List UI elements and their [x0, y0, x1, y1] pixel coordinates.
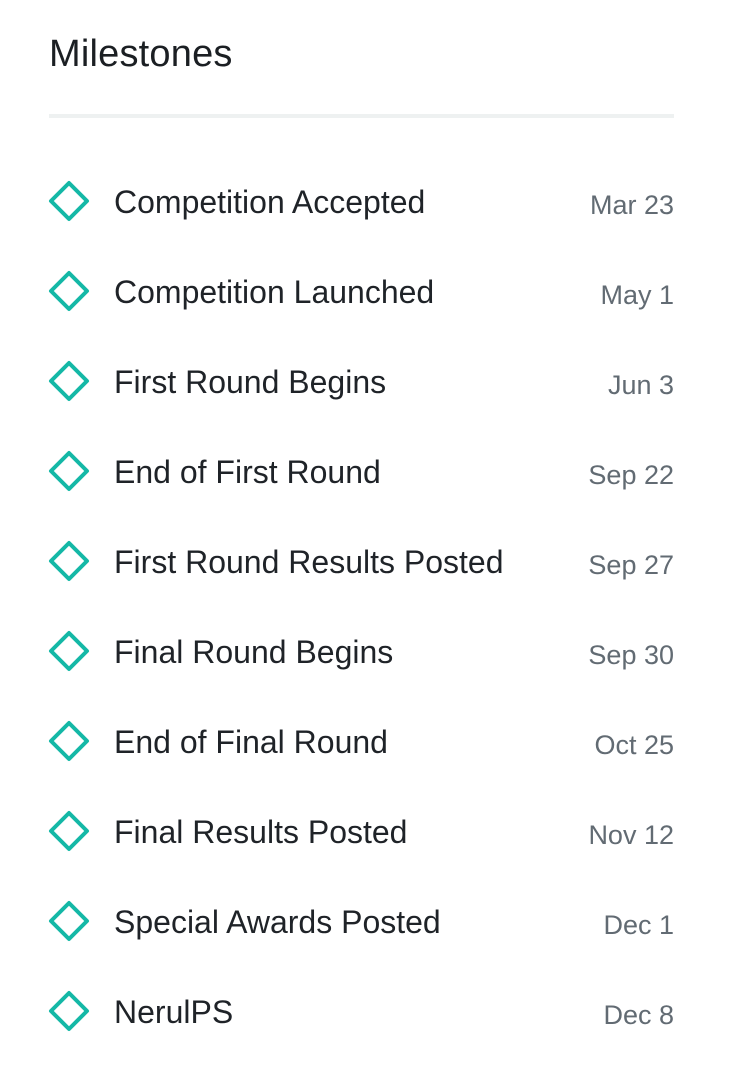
milestone-date: Sep 30: [588, 640, 674, 670]
milestone-row: First Round Begins Jun 3: [0, 338, 734, 428]
milestone-row: Competition Launched May 1: [0, 248, 734, 338]
milestone-label: First Round Results Posted: [114, 544, 504, 580]
diamond-outline-icon: [49, 901, 89, 941]
milestone-label: Final Round Begins: [114, 634, 394, 670]
milestone-label: Special Awards Posted: [114, 904, 441, 940]
diamond-outline-icon: [49, 811, 89, 851]
diamond-outline-icon: [49, 991, 89, 1031]
diamond-outline-icon: [49, 631, 89, 671]
milestone-row: Final Round Begins Sep 30: [0, 608, 734, 698]
milestone-label: First Round Begins: [114, 364, 387, 400]
milestone-date: Sep 22: [588, 460, 674, 490]
milestone-date: Mar 23: [589, 190, 674, 220]
milestone-label: End of Final Round: [114, 724, 388, 760]
diamond-outline-icon: [49, 181, 89, 221]
milestones-list: Competition Accepted Mar 23 Competition …: [0, 158, 734, 1058]
diamond-outline-icon: [49, 361, 89, 401]
milestone-date: Sep 27: [588, 550, 674, 580]
milestone-label: Competition Launched: [114, 274, 435, 310]
page-title: Milestones: [49, 33, 233, 75]
milestone-date: Dec 1: [603, 910, 674, 940]
milestone-label: End of First Round: [114, 454, 381, 490]
milestone-row: Final Results Posted Nov 12: [0, 788, 734, 878]
milestone-date: Jun 3: [607, 370, 674, 400]
milestone-label: Competition Accepted: [114, 184, 426, 220]
diamond-outline-icon: [49, 721, 89, 761]
milestone-date: Oct 25: [594, 730, 674, 760]
milestones-panel: Milestones Competition Accepted Mar 23 C…: [0, 0, 734, 1084]
milestone-row: Competition Accepted Mar 23: [0, 158, 734, 248]
milestone-date: Nov 12: [588, 820, 674, 850]
milestone-date: May 1: [600, 280, 674, 310]
milestone-row: End of First Round Sep 22: [0, 428, 734, 518]
milestone-row: Special Awards Posted Dec 1: [0, 878, 734, 968]
milestone-label: NerulPS: [114, 994, 234, 1030]
milestone-row: First Round Results Posted Sep 27: [0, 518, 734, 608]
title-divider: [49, 114, 674, 118]
diamond-outline-icon: [49, 271, 89, 311]
milestone-date: Dec 8: [603, 1000, 674, 1030]
milestone-label: Final Results Posted: [114, 814, 408, 850]
diamond-outline-icon: [49, 451, 89, 491]
diamond-outline-icon: [49, 541, 89, 581]
milestone-row: End of Final Round Oct 25: [0, 698, 734, 788]
milestone-row: NerulPS Dec 8: [0, 968, 734, 1058]
